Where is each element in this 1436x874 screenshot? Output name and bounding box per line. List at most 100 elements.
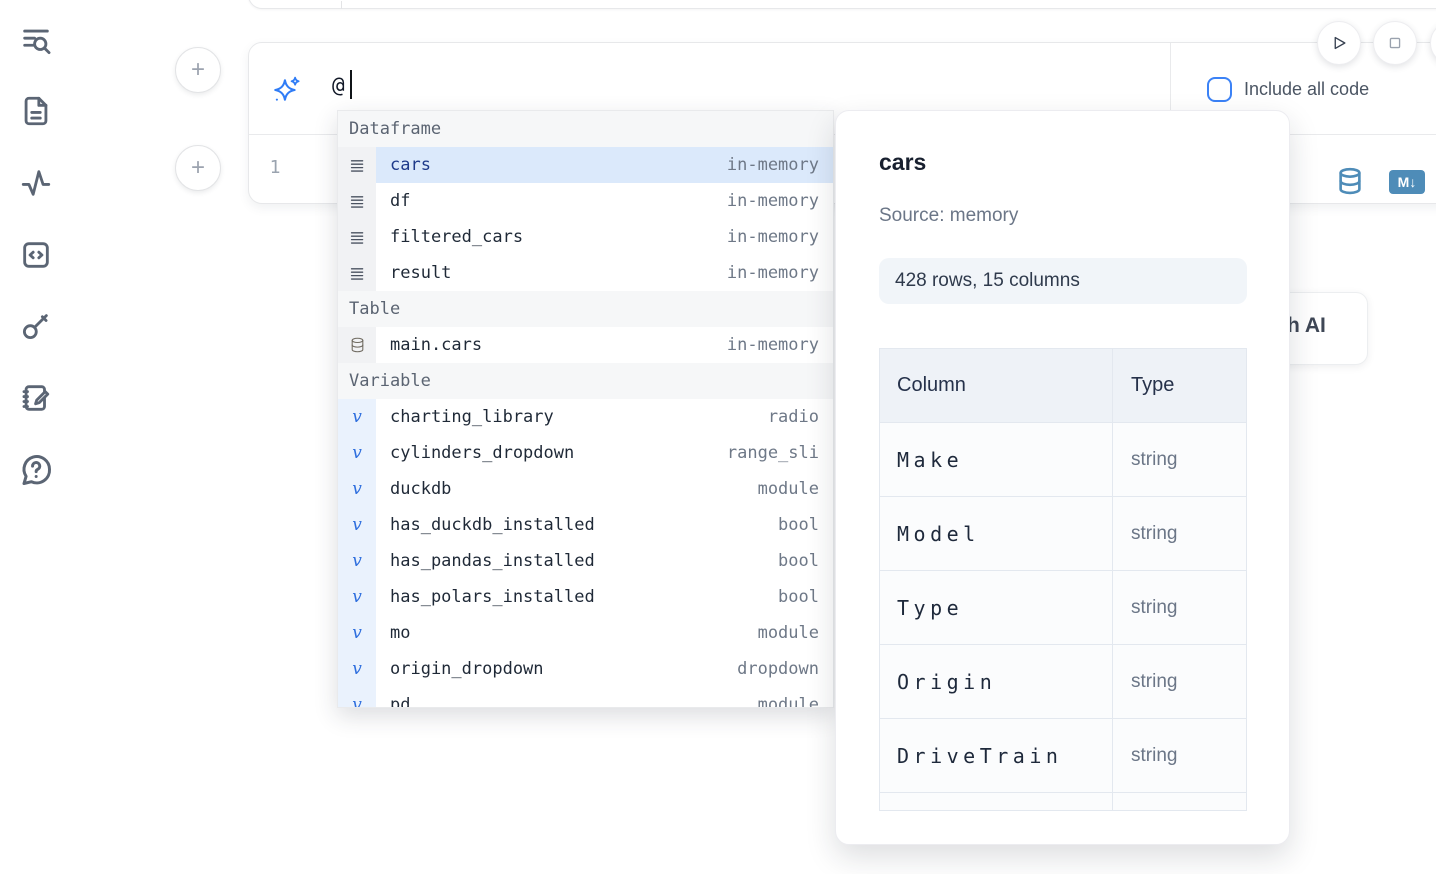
key-icon[interactable]	[18, 308, 54, 344]
play-icon	[1329, 33, 1349, 53]
run-cell-button[interactable]	[1317, 21, 1361, 65]
section-header: Dataframe	[349, 119, 441, 139]
scratchpad-icon[interactable]	[18, 380, 54, 416]
item-type: range_sli	[717, 443, 819, 463]
schema-table: Column Type Make string Model string Typ…	[879, 348, 1247, 811]
item-name: charting_library	[390, 407, 554, 427]
item-name: pd	[390, 695, 410, 708]
item-name: result	[390, 263, 451, 283]
variable-icon: v	[352, 515, 362, 535]
item-kind-icon: v	[338, 327, 376, 363]
column-name: Model	[897, 522, 980, 546]
variable-icon: v	[352, 695, 362, 708]
include-all-code-checkbox[interactable]	[1207, 77, 1232, 102]
item-name: filtered_cars	[390, 227, 523, 247]
column-type: string	[1131, 597, 1177, 619]
item-kind-icon: v	[338, 219, 376, 255]
autocomplete-row[interactable]: v cars in-memory	[338, 147, 833, 183]
item-kind-icon: v	[338, 579, 376, 615]
preview-source: Source: memory	[879, 205, 1018, 227]
table-row: Type string	[880, 571, 1246, 645]
item-type: in-memory	[717, 263, 819, 283]
item-name: has_duckdb_installed	[390, 515, 595, 535]
dataframe-icon	[349, 229, 366, 246]
help-chat-icon[interactable]	[18, 452, 54, 488]
item-type: bool	[768, 587, 819, 607]
column-header: Column	[880, 349, 1113, 422]
column-type: string	[1131, 745, 1177, 767]
item-type: radio	[758, 407, 819, 427]
autocomplete-row[interactable]: Dataframe v	[338, 111, 833, 147]
table-row: Make string	[880, 423, 1246, 497]
text-caret	[350, 70, 352, 99]
variable-icon: v	[352, 623, 362, 643]
variable-icon: v	[352, 659, 362, 679]
previous-cell-bottom	[248, 0, 1436, 9]
add-cell-above-button[interactable]: +	[175, 47, 221, 93]
item-kind-icon: v	[338, 147, 376, 183]
autocomplete-row[interactable]: v has_pandas_installed bool	[338, 543, 833, 579]
autocomplete-row[interactable]: v pd module	[338, 687, 833, 708]
autocomplete-row[interactable]: v filtered_cars in-memory	[338, 219, 833, 255]
stop-icon	[1385, 33, 1405, 53]
autocomplete-row[interactable]: v has_duckdb_installed bool	[338, 507, 833, 543]
toc-search-icon[interactable]	[18, 23, 54, 59]
item-name: duckdb	[390, 479, 451, 499]
add-cell-below-button[interactable]: +	[175, 145, 221, 191]
item-kind-icon: v	[338, 507, 376, 543]
variable-icon: v	[352, 443, 362, 463]
section-header: Table	[349, 299, 400, 319]
file-text-icon[interactable]	[18, 93, 54, 129]
item-kind-icon: v	[338, 399, 376, 435]
item-kind-icon: v	[338, 687, 376, 708]
autocomplete-row[interactable]: v mo module	[338, 615, 833, 651]
item-type: in-memory	[717, 227, 819, 247]
autocomplete-row[interactable]: v has_polars_installed bool	[338, 579, 833, 615]
autocomplete-row[interactable]: v duckdb module	[338, 471, 833, 507]
item-kind-icon: v	[338, 651, 376, 687]
autocomplete-row[interactable]: v result in-memory	[338, 255, 833, 291]
item-kind-icon: v	[338, 471, 376, 507]
item-type: module	[748, 623, 819, 643]
autocomplete-row[interactable]: Table v	[338, 291, 833, 327]
database-icon	[349, 336, 366, 354]
code-snippets-icon[interactable]	[18, 237, 54, 273]
autocomplete-row[interactable]: v cylinders_dropdown range_sli	[338, 435, 833, 471]
preview-title: cars	[879, 149, 926, 176]
item-kind-icon: v	[338, 543, 376, 579]
table-row: DriveTrain string	[880, 719, 1246, 793]
item-kind-icon: v	[338, 615, 376, 651]
activity-icon[interactable]	[18, 165, 54, 201]
item-type: module	[748, 695, 819, 708]
item-type: bool	[768, 551, 819, 571]
autocomplete-row[interactable]: v origin_dropdown dropdown	[338, 651, 833, 687]
database-icon[interactable]	[1335, 165, 1367, 197]
section-header: Variable	[349, 371, 431, 391]
marimo-notebook: + + @ Include all code 1 M↓	[0, 0, 1436, 874]
item-type: module	[748, 479, 819, 499]
variable-icon: v	[352, 407, 362, 427]
item-name: has_pandas_installed	[390, 551, 595, 571]
item-name: cars	[390, 155, 431, 175]
autocomplete-row[interactable]: v df in-memory	[338, 183, 833, 219]
autocomplete-row[interactable]: v main.cars in-memory	[338, 327, 833, 363]
autocomplete-row[interactable]: v charting_library radio	[338, 399, 833, 435]
variable-icon: v	[352, 587, 362, 607]
item-name: df	[390, 191, 410, 211]
column-name: Type	[897, 596, 963, 620]
include-all-code-label: Include all code	[1244, 79, 1369, 100]
table-row: Model string	[880, 497, 1246, 571]
cell-action-buttons: M↓	[1329, 163, 1436, 203]
column-name: DriveTrain	[897, 744, 1062, 768]
markdown-icon[interactable]: M↓	[1389, 170, 1425, 194]
column-type: string	[1131, 449, 1177, 471]
stop-button[interactable]	[1373, 21, 1417, 65]
ai-prompt-input[interactable]: @	[332, 73, 345, 97]
item-kind-icon: v	[338, 435, 376, 471]
item-kind-icon: v	[338, 255, 376, 291]
autocomplete-row[interactable]: Variable v	[338, 363, 833, 399]
item-name: has_polars_installed	[390, 587, 595, 607]
item-name: mo	[390, 623, 410, 643]
dataframe-icon	[349, 193, 366, 210]
variable-icon: v	[352, 551, 362, 571]
